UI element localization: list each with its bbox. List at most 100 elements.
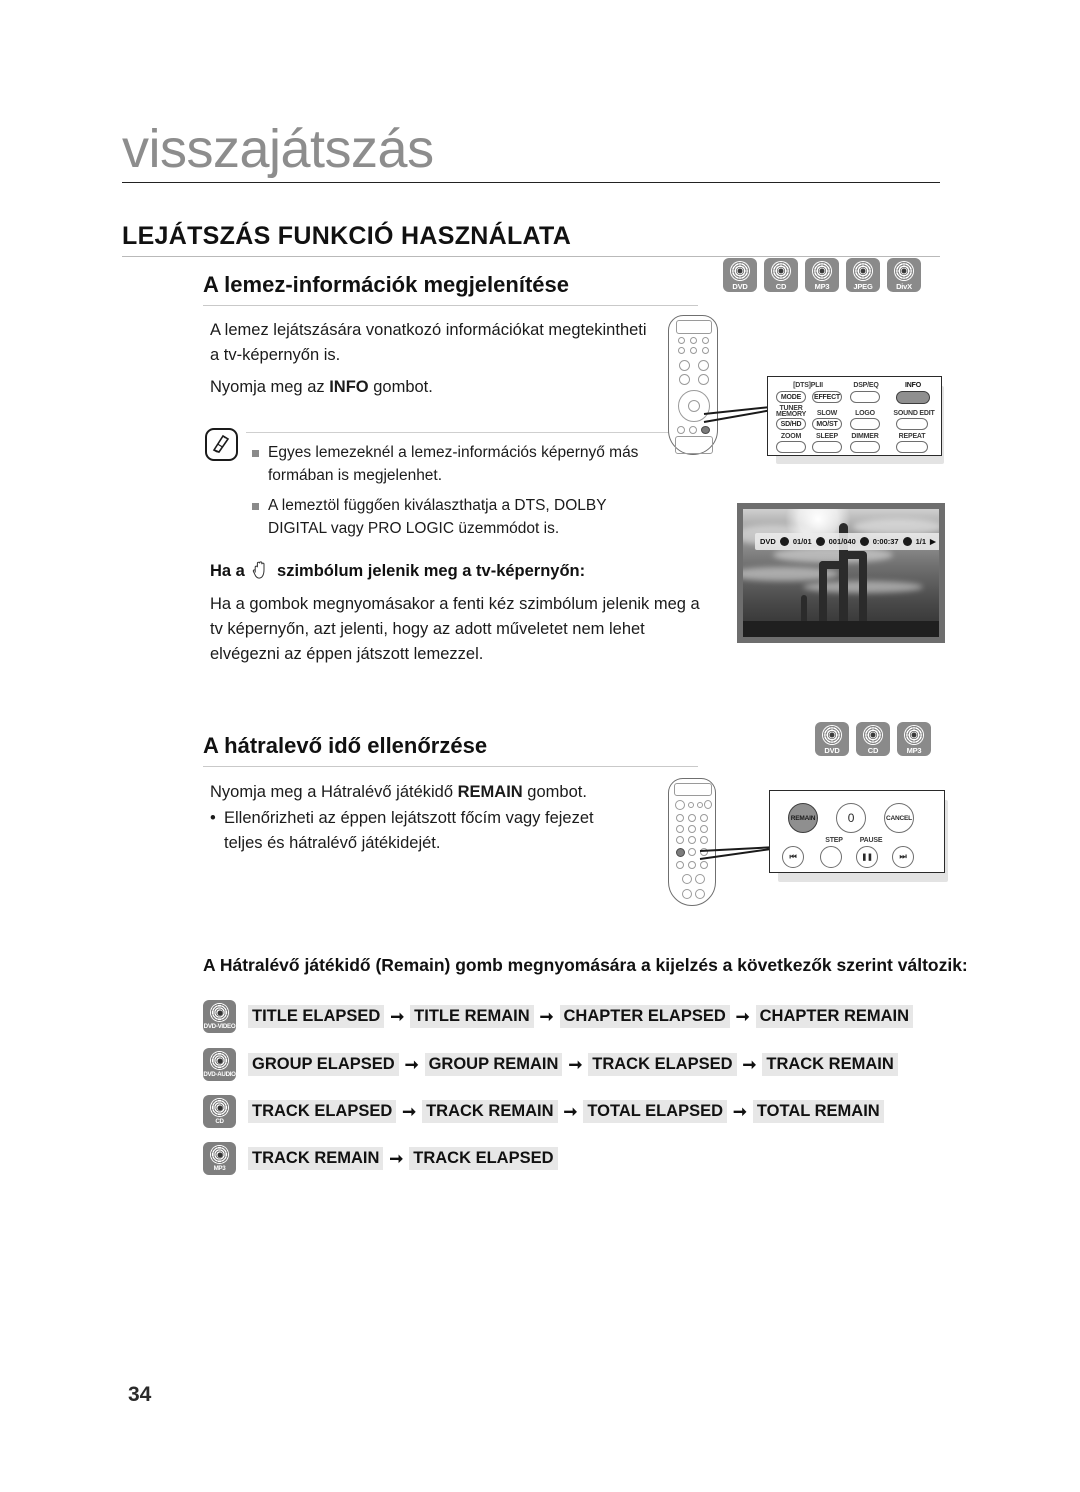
disc-icon xyxy=(904,725,924,745)
sequence-term: TRACK ELAPSED xyxy=(409,1147,558,1170)
disc-icon xyxy=(730,261,750,281)
remote-key xyxy=(695,889,705,899)
section-heading: LEJÁTSZÁS FUNKCIÓ HASZNÁLATA xyxy=(122,222,572,250)
sequence-arrow-icon: ➞ xyxy=(742,1055,757,1074)
label-tuner-memory: TUNER MEMORY xyxy=(776,405,806,418)
remote-key xyxy=(698,374,709,385)
tv-screen: DVD 01/01 001/040 0:00:37 1/1 ▶ xyxy=(743,509,939,637)
sequence-arrow-icon: ➞ xyxy=(563,1102,578,1121)
sequence-term: TRACK ELAPSED xyxy=(248,1100,397,1123)
disc-badge-dvd-video: DVD-VIDEO xyxy=(203,1000,236,1033)
press-remain-prefix: Nyomja meg a Hátralévő játékidő xyxy=(210,783,458,801)
callout-button-dimmer[interactable] xyxy=(850,441,880,453)
disc-badge-dvd: DVD xyxy=(723,258,757,292)
remote-key xyxy=(676,861,684,869)
remote-number-key xyxy=(688,836,696,844)
remote-number-key xyxy=(676,814,684,822)
label-dimmer: DIMMER xyxy=(851,433,879,440)
remote-top-keys-group xyxy=(676,320,712,334)
sequence-row-cd: CD TRACK ELAPSED ➞ TRACK REMAIN ➞ TOTAL … xyxy=(203,1095,884,1128)
sequence-arrow-icon: ➞ xyxy=(389,1149,404,1168)
label-step: STEP xyxy=(825,837,843,844)
remote-key xyxy=(702,347,709,354)
callout-button-mo-st[interactable]: MO/ST xyxy=(812,418,842,430)
sequence-row-dvd-audio: DVD-AUDIO GROUP ELAPSED ➞ GROUP REMAIN ➞… xyxy=(203,1048,898,1081)
note-memo-icon xyxy=(205,428,238,461)
label-dsp-eq: DSP/EQ xyxy=(853,382,879,389)
disc-icon xyxy=(771,261,791,281)
sequence-row-dvd-video: DVD-VIDEO TITLE ELAPSED ➞ TITLE REMAIN ➞… xyxy=(203,1000,914,1033)
manual-page: visszajátszás LEJÁTSZÁS FUNKCIÓ HASZNÁLA… xyxy=(0,0,1080,1492)
callout-button-skip-previous[interactable]: ⏮ xyxy=(782,846,804,868)
disc-badge-cd: CD xyxy=(764,258,798,292)
sequence-terms: TRACK REMAIN ➞ TRACK ELAPSED xyxy=(248,1147,558,1170)
osd-disc-type: DVD xyxy=(760,537,776,546)
label-sound-edit: SOUND EDIT xyxy=(893,410,935,417)
callout-button-skip-next[interactable]: ⏭ xyxy=(892,846,914,868)
hand-heading-prefix: Ha a xyxy=(210,562,245,580)
remote-remain-key-highlight xyxy=(676,848,685,857)
sequence-arrow-icon: ➞ xyxy=(404,1055,419,1074)
disc-icon xyxy=(863,725,883,745)
sequence-term: TOTAL REMAIN xyxy=(752,1100,884,1123)
disc-icon xyxy=(210,1145,229,1164)
disc-badge-mp3: MP3 xyxy=(805,258,839,292)
remote-key xyxy=(688,861,696,869)
callout-button-remain[interactable]: REMAIN xyxy=(788,803,818,833)
cactus-arm-right-join xyxy=(844,551,866,559)
label-slow: SLOW xyxy=(816,410,838,417)
sequence-arrow-icon: ➞ xyxy=(568,1055,583,1074)
sequence-term: CHAPTER ELAPSED xyxy=(559,1005,730,1028)
remote-key xyxy=(675,800,685,810)
callout-button-pause[interactable]: ❚❚ xyxy=(856,846,878,868)
section-divider xyxy=(122,256,940,257)
callout-button-zero[interactable]: 0 xyxy=(836,803,866,833)
sequence-intro-text: A Hátralévő játékidő (Remain) gomb megny… xyxy=(203,955,968,975)
sequence-term: GROUP REMAIN xyxy=(424,1053,563,1076)
remote-number-key xyxy=(700,814,708,822)
osd-time-value: 0:00:37 xyxy=(872,537,899,546)
sequence-term: TRACK REMAIN xyxy=(248,1147,384,1170)
sequence-term: TRACK REMAIN xyxy=(762,1053,898,1076)
disc-badge-label: DVD xyxy=(824,746,840,755)
subsection-2-bullet-1: Ellenőrizheti az éppen lejátszott főcím … xyxy=(224,809,594,852)
disc-badge-dvd: DVD xyxy=(815,722,849,756)
callout-button-repeat[interactable] xyxy=(896,441,928,453)
callout-button-effect[interactable]: EFFECT xyxy=(812,391,842,403)
sequence-arrow-icon: ➞ xyxy=(402,1102,417,1121)
remote-key xyxy=(682,874,692,884)
callout-button-dsp-eq[interactable] xyxy=(850,391,880,403)
disc-badge-label: DVD-VIDEO xyxy=(203,1023,236,1030)
remote-number-key xyxy=(688,825,696,833)
disc-badge-jpeg: JPEG xyxy=(846,258,880,292)
label-sleep: SLEEP xyxy=(816,433,838,440)
callout-button-logo[interactable] xyxy=(850,418,880,430)
tv-osd-bar: DVD 01/01 001/040 0:00:37 1/1 ▶ xyxy=(755,533,939,550)
callout-button-info[interactable] xyxy=(896,391,930,404)
page-number: 34 xyxy=(128,1383,152,1406)
callout-button-zoom[interactable] xyxy=(776,441,806,453)
callout-button-sd-hd[interactable]: SD/HD xyxy=(776,418,806,430)
sequence-terms: TRACK ELAPSED ➞ TRACK REMAIN ➞ TOTAL ELA… xyxy=(248,1100,884,1123)
callout-button-sound-edit[interactable] xyxy=(896,418,928,430)
remote-callout-panel-top: [DTS]PLII DSP/EQ INFO MODE EFFECT TUNER M… xyxy=(767,376,942,456)
disc-badge-label: DVD-AUDIO xyxy=(203,1071,236,1078)
subsection-1-divider xyxy=(203,305,698,306)
osd-title-icon xyxy=(779,537,789,546)
callout-button-cancel[interactable]: CANCEL xyxy=(884,803,914,833)
remote-key xyxy=(695,874,705,884)
callout-button-sleep[interactable] xyxy=(812,441,842,453)
disc-icon xyxy=(210,1098,229,1117)
info-button-name: INFO xyxy=(329,378,369,396)
sequence-terms: GROUP ELAPSED ➞ GROUP REMAIN ➞ TRACK ELA… xyxy=(248,1053,898,1076)
sequence-arrow-icon: ➞ xyxy=(735,1007,750,1026)
sequence-term: CHAPTER REMAIN xyxy=(755,1005,914,1028)
disc-icon xyxy=(853,261,873,281)
remote-key xyxy=(697,802,703,808)
callout-button-mode[interactable]: MODE xyxy=(776,391,806,403)
remote-key xyxy=(704,800,712,809)
osd-chapter-value: 001/040 xyxy=(828,537,856,546)
disc-badge-row-1: DVD CD MP3 JPEG DivX xyxy=(723,258,921,292)
callout-button-step[interactable] xyxy=(820,846,842,868)
remote-key xyxy=(688,848,696,856)
